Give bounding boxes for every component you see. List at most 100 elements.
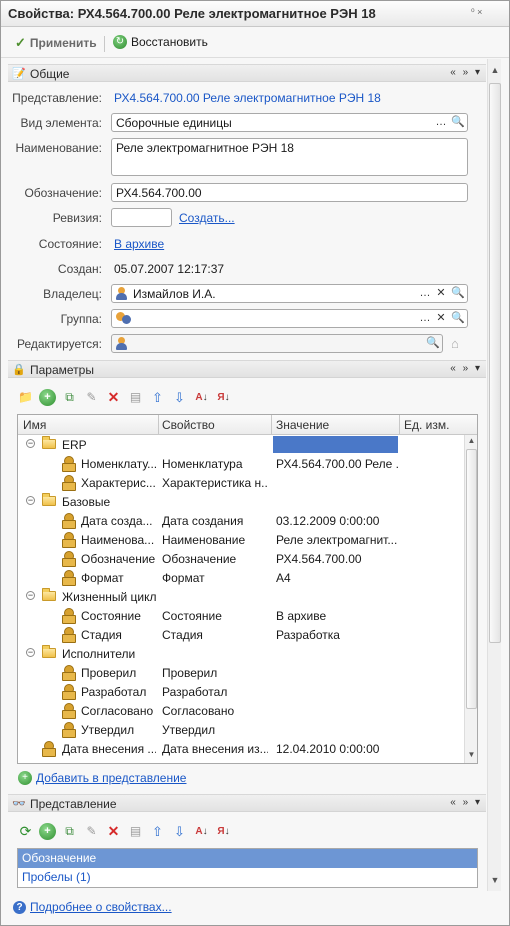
table-row[interactable]: Состояние Состояние В архиве — [18, 606, 464, 625]
table-row[interactable]: − Базовые — [18, 492, 464, 511]
column-divider[interactable] — [271, 415, 272, 435]
apply-button[interactable]: ✓ Применить — [15, 35, 97, 51]
cell-name: Состояние — [81, 609, 141, 623]
search-icon[interactable]: 🔍 — [450, 286, 466, 301]
table-row[interactable]: − Жизненный цикл — [18, 587, 464, 606]
column-divider[interactable] — [399, 415, 400, 435]
window-scrollbar[interactable]: ▲ ▼ — [487, 59, 501, 891]
restore-button[interactable]: ↻ Восстановить — [113, 35, 208, 49]
add-folder-icon[interactable]: 📁 — [17, 389, 34, 406]
scroll-up-icon[interactable]: ▲ — [465, 436, 478, 448]
add-to-view-link[interactable]: Добавить в представление — [36, 771, 186, 785]
oboz-field[interactable]: РХ4.564.700.00 — [111, 183, 468, 202]
sort-desc-icon[interactable]: Я↓ — [215, 823, 232, 840]
state-link[interactable]: В архиве — [114, 237, 164, 251]
copy-icon[interactable]: ⧉ — [61, 389, 78, 406]
editing-field[interactable]: 🔍 — [111, 334, 443, 353]
table-row[interactable]: Обозначение Обозначение РХ4.564.700.00 — [18, 549, 464, 568]
save-icon[interactable]: ▤ — [127, 389, 144, 406]
table-row[interactable]: Характерис... Характеристика н... — [18, 473, 464, 492]
sort-asc-icon[interactable]: А↓ — [193, 823, 210, 840]
edit-icon[interactable]: ✎ — [83, 389, 100, 406]
window-controls[interactable]: ⁰ × — [471, 7, 482, 18]
add-to-view-button[interactable]: + Добавить в представление — [18, 771, 186, 785]
search-icon[interactable]: 🔍 — [425, 336, 441, 351]
view-section-icon: 👓 — [12, 798, 26, 810]
owner-field[interactable]: Измайлов И.А. … ✕ 🔍 — [111, 284, 468, 303]
move-up-icon[interactable]: ⇧ — [149, 823, 166, 840]
copy-icon[interactable]: ⧉ — [61, 823, 78, 840]
section-controls[interactable]: « » ▾ — [450, 67, 482, 78]
sort-desc-icon[interactable]: Я↓ — [215, 389, 232, 406]
table-row[interactable]: Утвердил Утвердил — [18, 720, 464, 739]
table-row[interactable]: Согласовано Согласовано — [18, 701, 464, 720]
label-owner: Владелец: — [43, 287, 102, 301]
scroll-down-icon[interactable]: ▼ — [488, 873, 502, 887]
cell-name: Базовые — [62, 495, 111, 509]
save-icon[interactable]: ▤ — [127, 823, 144, 840]
create-revision-link[interactable]: Создать... — [179, 211, 235, 225]
sort-asc-icon[interactable]: А↓ — [193, 389, 210, 406]
table-row[interactable]: Наименова... Наименование Реле электромагн… — [18, 530, 464, 549]
section-general-header[interactable]: 📝 Общие « » ▾ — [8, 64, 486, 82]
selected-cell[interactable] — [273, 436, 398, 453]
list-item[interactable]: Пробелы (1) — [18, 868, 477, 887]
clear-icon[interactable]: ✕ — [433, 311, 449, 326]
label-group: Группа: — [60, 312, 102, 326]
section-params-header[interactable]: 🔒 Параметры « » ▾ — [8, 360, 486, 378]
unlock-icon[interactable]: ⌂ — [451, 336, 459, 351]
table-row[interactable]: Разработал Разработал — [18, 682, 464, 701]
clear-icon[interactable]: ✕ — [433, 286, 449, 301]
section-controls[interactable]: « » ▾ — [450, 797, 482, 808]
column-header-value[interactable]: Значение — [276, 418, 329, 432]
move-down-icon[interactable]: ⇩ — [171, 389, 188, 406]
move-down-icon[interactable]: ⇩ — [171, 823, 188, 840]
scroll-thumb[interactable] — [489, 83, 501, 643]
table-row[interactable]: − Исполнители — [18, 644, 464, 663]
delete-icon[interactable]: ✕ — [105, 389, 122, 406]
delete-icon[interactable]: ✕ — [105, 823, 122, 840]
collapse-toggle-icon[interactable]: − — [26, 591, 35, 600]
table-scrollbar[interactable]: ▲ ▼ — [464, 435, 477, 763]
ellipsis-icon[interactable]: … — [417, 311, 433, 326]
table-row[interactable]: − ERP — [18, 435, 464, 454]
refresh-icon[interactable]: ⟳ — [17, 823, 34, 840]
edit-icon[interactable]: ✎ — [83, 823, 100, 840]
vid-field[interactable]: Сборочные единицы … 🔍 — [111, 113, 468, 132]
search-icon[interactable]: 🔍 — [450, 115, 466, 130]
ellipsis-icon[interactable]: … — [417, 286, 433, 301]
collapse-toggle-icon[interactable]: − — [26, 439, 35, 448]
table-row[interactable]: Формат Формат А4 — [18, 568, 464, 587]
naim-field[interactable]: Реле электромагнитное РЭН 18 — [111, 138, 468, 176]
section-view-header[interactable]: 👓 Представление « » ▾ — [8, 794, 486, 812]
collapse-toggle-icon[interactable]: − — [26, 648, 35, 657]
table-row[interactable]: Дата внесения ... Дата внесения из... 12.0… — [18, 739, 464, 758]
add-icon[interactable]: + — [39, 822, 56, 840]
group-field[interactable]: … ✕ 🔍 — [111, 309, 468, 328]
move-up-icon[interactable]: ⇧ — [149, 389, 166, 406]
table-row[interactable]: Стадия Стадия Разработка — [18, 625, 464, 644]
list-item[interactable]: Обозначение — [18, 849, 477, 868]
property-icon — [62, 627, 76, 643]
collapse-toggle-icon[interactable]: − — [26, 496, 35, 505]
column-divider[interactable] — [158, 415, 159, 435]
scroll-thumb[interactable] — [466, 449, 477, 709]
table-row[interactable]: Номенклату... Номенклатура РХ4.564.700.00 … — [18, 454, 464, 473]
scroll-up-icon[interactable]: ▲ — [488, 63, 502, 77]
scroll-down-icon[interactable]: ▼ — [465, 750, 478, 762]
column-header-unit[interactable]: Ед. изм. — [404, 418, 449, 432]
section-controls[interactable]: « » ▾ — [450, 363, 482, 374]
column-header-property[interactable]: Свойство — [162, 418, 215, 432]
column-header-name[interactable]: Имя — [23, 418, 46, 432]
help-link-wrap[interactable]: ? Подробнее о свойствах... — [13, 900, 172, 914]
rev-field[interactable] — [111, 208, 172, 227]
table-row[interactable]: Проверил Проверил — [18, 663, 464, 682]
add-icon[interactable]: + — [39, 388, 56, 406]
search-icon[interactable]: 🔍 — [450, 311, 466, 326]
property-icon — [62, 570, 76, 586]
main-toolbar: ✓ Применить ↻ Восстановить — [1, 28, 509, 58]
cell-name: Согласовано — [81, 704, 154, 718]
help-link[interactable]: Подробнее о свойствах... — [30, 900, 172, 914]
ellipsis-icon[interactable]: … — [433, 115, 449, 130]
table-row[interactable]: Дата созда... Дата создания 03.12.2009 0:0… — [18, 511, 464, 530]
